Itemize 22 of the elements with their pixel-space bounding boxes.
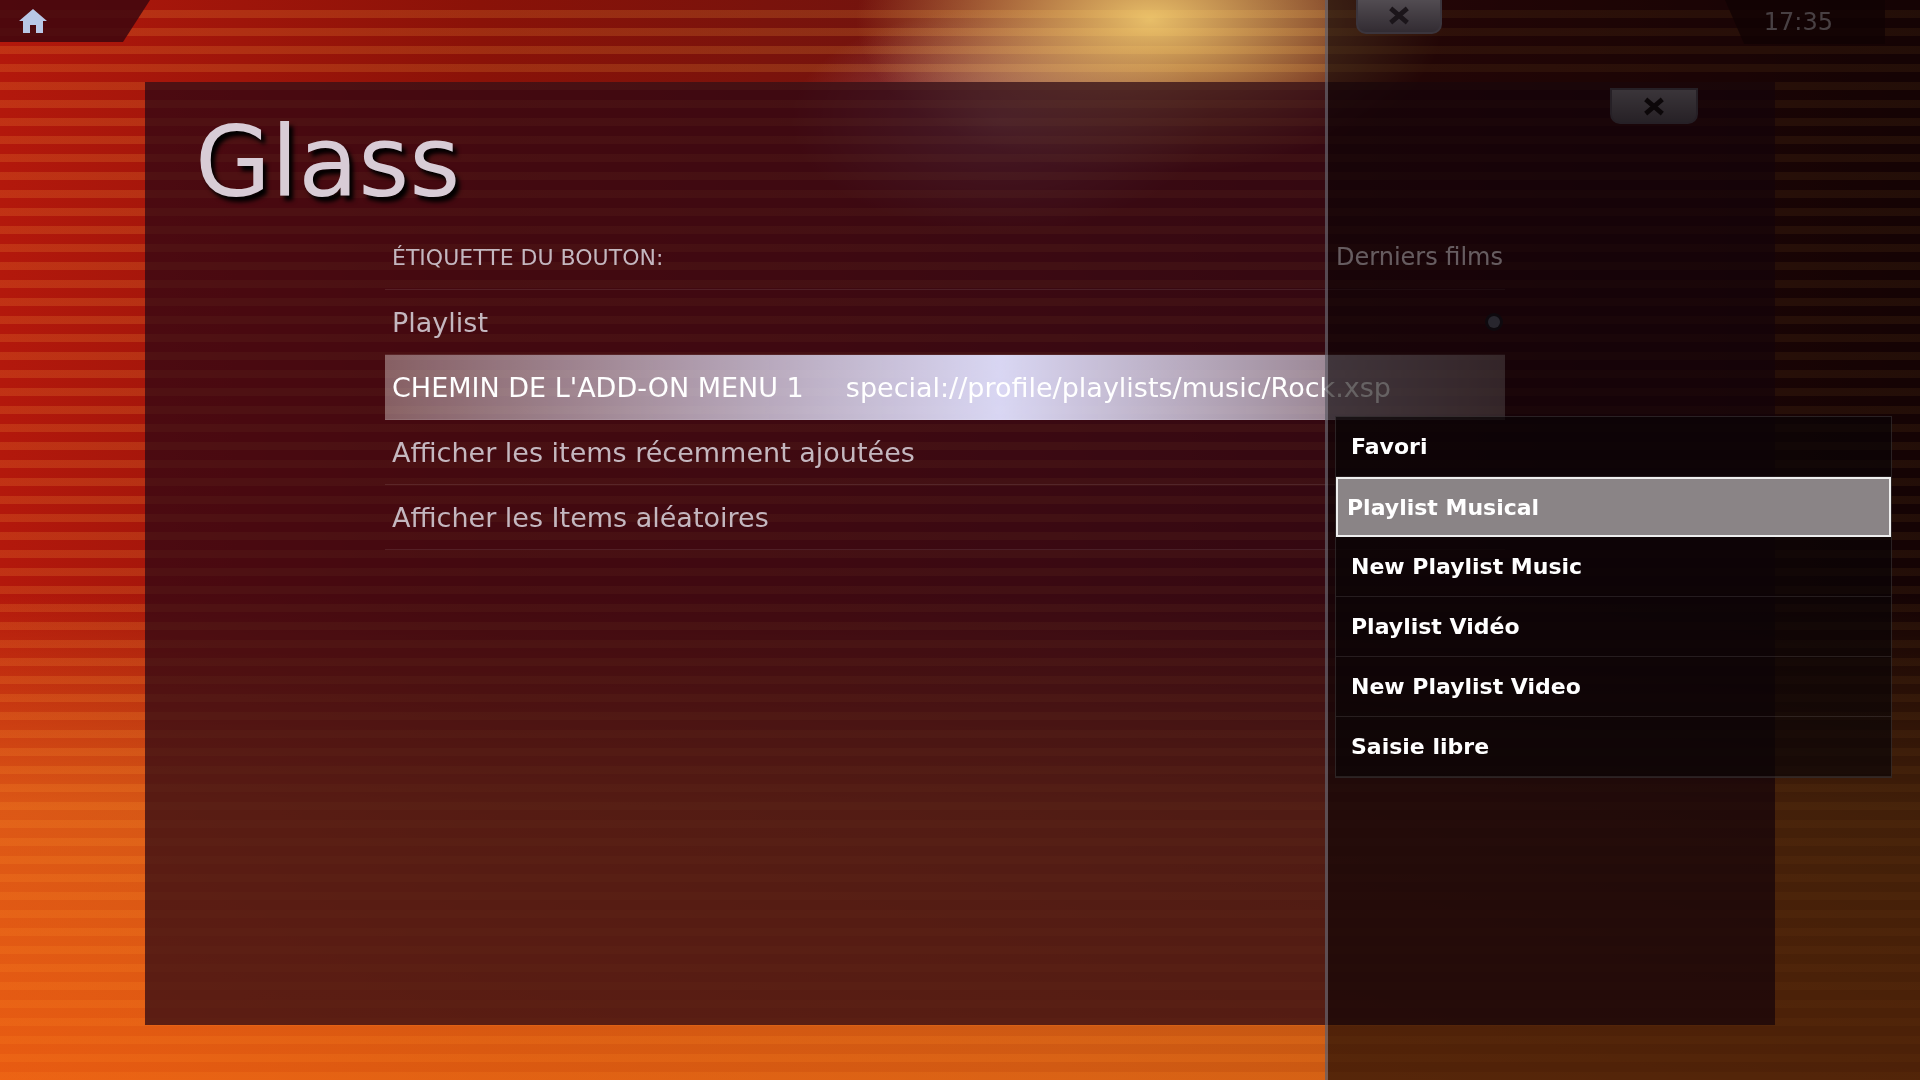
setting-value: Derniers films xyxy=(1336,243,1504,271)
list-item[interactable]: New Playlist Music xyxy=(1336,537,1891,597)
setting-label: Afficher les Items aléatoires xyxy=(392,501,769,533)
setting-row[interactable]: ÉTIQUETTE DU BOUTON: Derniers films xyxy=(385,225,1505,290)
list-item[interactable]: New Playlist Video xyxy=(1336,657,1891,717)
list-item[interactable]: Saisie libre xyxy=(1336,717,1891,777)
list-item[interactable]: Playlist Musical xyxy=(1336,477,1891,537)
close-icon xyxy=(1642,96,1666,116)
setting-label: Afficher les items récemment ajoutées xyxy=(392,436,915,468)
home-icon xyxy=(18,8,48,34)
setting-row[interactable]: Playlist xyxy=(385,290,1505,355)
dialog-title: Glass xyxy=(195,112,462,221)
close-icon xyxy=(1387,5,1411,25)
radio-dot-icon xyxy=(1488,316,1500,328)
setting-label: Playlist xyxy=(392,306,488,338)
clock: 17:35 xyxy=(1763,8,1833,36)
close-button[interactable] xyxy=(1356,0,1442,34)
setting-label: ÉTIQUETTE DU BOUTON: xyxy=(392,244,664,270)
setting-label: CHEMIN DE L'ADD-ON MENU 1 xyxy=(392,371,804,403)
close-button[interactable] xyxy=(1610,88,1698,124)
home-button[interactable] xyxy=(0,0,150,42)
list-item[interactable]: Playlist Vidéo xyxy=(1336,597,1891,657)
